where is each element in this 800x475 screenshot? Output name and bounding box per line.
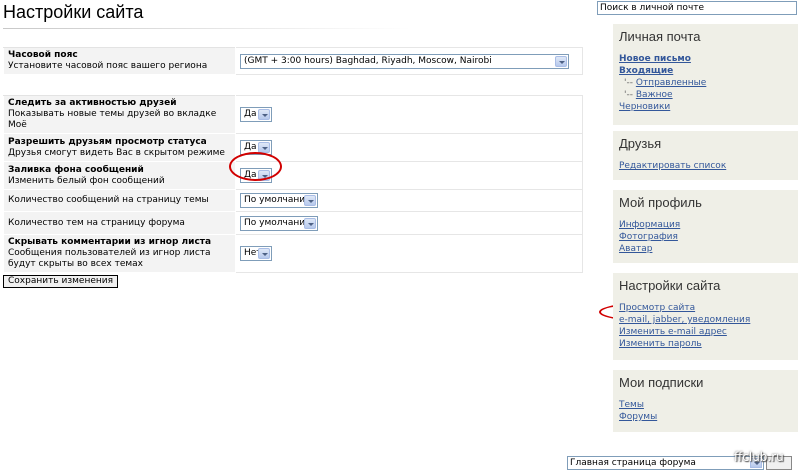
hide-ignored-label: Скрывать комментарии из игнор листа xyxy=(8,237,212,247)
message-bg-select[interactable]: Да xyxy=(240,168,272,183)
friends-status-label: Разрешить друзьям просмотр статуса xyxy=(8,136,207,147)
friends-status-label-cell: Разрешить друзьям просмотр статуса Друзь… xyxy=(3,133,236,162)
follow-friends-select-value: Да xyxy=(244,109,257,119)
sidebar-link-sent[interactable]: Отправленные xyxy=(636,78,706,88)
sidebar-link-forums[interactable]: Форумы xyxy=(619,411,792,423)
sidebar-link-edit-list[interactable]: Редактировать список xyxy=(619,160,792,172)
message-bg-select-value: Да xyxy=(244,170,257,180)
settings-row-hide-ignored: Скрывать комментарии из игнор листа Сооб… xyxy=(3,234,583,273)
hide-ignored-select[interactable]: Нет xyxy=(240,246,272,261)
sidebar-title-profile: Мой профиль xyxy=(619,195,702,210)
sidebar-link-photo[interactable]: Фотография xyxy=(619,231,792,243)
sidebar-box-profile: Мой профиль Информация Фотография Аватар xyxy=(613,190,798,263)
sidebar-link-change-password[interactable]: Изменить пароль xyxy=(619,338,792,350)
sidebar-title-mail: Личная почта xyxy=(619,29,701,44)
friends-status-select-value: Да xyxy=(244,142,257,152)
timezone-label-cell: Часовой пояс Установите часовой пояс ваш… xyxy=(3,47,236,75)
chevron-down-icon[interactable] xyxy=(304,195,316,206)
timezone-control-cell: (GMT + 3:00 hours) Baghdad, Riyadh, Mosc… xyxy=(235,47,583,75)
follow-friends-select[interactable]: Да xyxy=(240,107,272,122)
settings-row-message-bg: Заливка фона сообщений Изменить белый фо… xyxy=(3,161,583,190)
sidebar-link-topics[interactable]: Темы xyxy=(619,399,792,411)
tree-branch-icon: '-- xyxy=(624,78,633,88)
hide-ignored-label-cell: Скрывать комментарии из игнор листа Сооб… xyxy=(3,234,236,273)
sidebar-subitem-important: '-- Важное xyxy=(619,89,792,101)
chevron-down-icon[interactable] xyxy=(258,109,270,120)
title-divider xyxy=(3,28,411,29)
settings-row-topics-per-forum: Количество тем на страницу форума По умо… xyxy=(3,211,583,235)
chevron-down-icon[interactable] xyxy=(304,217,316,229)
message-bg-desc: Изменить белый фон сообщений xyxy=(8,175,165,186)
chevron-down-icon[interactable] xyxy=(555,55,567,67)
posts-per-topic-label-cell: Количество сообщений на страницу темы xyxy=(3,189,236,212)
sidebar-box-mail: Личная почта Новое письмо Входящие '-- О… xyxy=(613,24,798,125)
timezone-group: Часовой пояс Установите часовой пояс ваш… xyxy=(3,47,583,75)
follow-friends-control-cell: Да xyxy=(235,95,583,134)
follow-friends-desc: Показывать новые темы друзей во вкладке … xyxy=(8,109,217,130)
posts-per-topic-control-cell: По умолчанию xyxy=(235,189,583,212)
sidebar-link-inbox[interactable]: Входящие xyxy=(619,65,792,77)
settings-row-posts-per-topic: Количество сообщений на страницу темы По… xyxy=(3,189,583,212)
sidebar-title-site-settings: Настройки сайта xyxy=(619,278,721,293)
settings-row-timezone: Часовой пояс Установите часовой пояс ваш… xyxy=(3,47,583,75)
sidebar-link-avatar[interactable]: Аватар xyxy=(619,243,792,255)
save-button[interactable]: Сохранить изменения xyxy=(3,275,119,288)
friends-status-control-cell: Да xyxy=(235,133,583,162)
friends-status-select[interactable]: Да xyxy=(240,140,272,155)
sidebar-subitem-sent: '-- Отправленные xyxy=(619,77,792,89)
hide-ignored-control-cell: Нет xyxy=(235,234,583,273)
topics-per-forum-control-cell: По умолчанию xyxy=(235,211,583,235)
forum-jump-value: Главная страница форума xyxy=(570,458,696,468)
hide-ignored-desc: Сообщения пользователей из игнор листа б… xyxy=(8,248,211,269)
sidebar-link-view-site[interactable]: Просмотр сайта xyxy=(619,302,792,314)
timezone-select-value: (GMT + 3:00 hours) Baghdad, Riyadh, Mosc… xyxy=(244,55,492,66)
chevron-down-icon[interactable] xyxy=(258,248,270,259)
sidebar-link-email-jabber[interactable]: e-mail, jabber, уведомления xyxy=(619,314,792,326)
page-title: Настройки сайта xyxy=(3,2,144,22)
follow-friends-label-cell: Следить за активностью друзей Показывать… xyxy=(3,95,236,134)
chevron-down-icon[interactable] xyxy=(258,142,270,153)
sidebar-title-subscriptions: Мои подписки xyxy=(619,375,704,390)
posts-per-topic-select-value: По умолчанию xyxy=(244,195,313,205)
chevron-down-icon[interactable] xyxy=(258,170,270,181)
sidebar-box-friends: Друзья Редактировать список xyxy=(613,131,798,180)
follow-friends-label: Следить за активностью друзей xyxy=(8,98,177,108)
timezone-label: Часовой пояс xyxy=(8,50,78,60)
posts-per-topic-label: Количество сообщений на страницу темы xyxy=(8,195,209,205)
topics-per-forum-label: Количество тем на страницу форума xyxy=(8,217,185,228)
message-bg-control-cell: Да xyxy=(235,161,583,190)
sidebar-title-friends: Друзья xyxy=(619,136,662,151)
sidebar-link-change-email[interactable]: Изменить e-mail адрес xyxy=(619,326,792,338)
mail-search-input[interactable]: Поиск в личной почте xyxy=(597,1,797,15)
sidebar-link-info[interactable]: Информация xyxy=(619,219,792,231)
settings-row-friends-status: Разрешить друзьям просмотр статуса Друзь… xyxy=(3,133,583,162)
message-bg-label-cell: Заливка фона сообщений Изменить белый фо… xyxy=(3,161,236,190)
topics-per-forum-select[interactable]: По умолчанию xyxy=(240,215,318,231)
sidebar-box-site-settings: Настройки сайта Просмотр сайта e-mail, j… xyxy=(613,273,798,360)
friends-status-desc: Друзья смогут видеть Вас в скрытом режим… xyxy=(8,147,225,158)
topics-per-forum-label-cell: Количество тем на страницу форума xyxy=(3,211,236,235)
timezone-select[interactable]: (GMT + 3:00 hours) Baghdad, Riyadh, Mosc… xyxy=(240,53,569,69)
tree-branch-icon: '-- xyxy=(624,90,633,100)
options-group: Следить за активностью друзей Показывать… xyxy=(3,95,583,273)
sidebar-link-new-letter[interactable]: Новое письмо xyxy=(619,53,792,65)
topics-per-forum-select-value: По умолчанию xyxy=(244,217,313,228)
sidebar-box-subscriptions: Мои подписки Темы Форумы xyxy=(613,370,798,432)
message-bg-label: Заливка фона сообщений xyxy=(8,164,144,175)
sidebar-link-drafts[interactable]: Черновики xyxy=(619,101,792,113)
settings-row-follow-friends: Следить за активностью друзей Показывать… xyxy=(3,95,583,134)
watermark-text: ffclub.ru xyxy=(734,450,784,464)
sidebar-link-important[interactable]: Важное xyxy=(636,90,673,100)
timezone-desc: Установите часовой пояс вашего региона xyxy=(8,61,208,71)
posts-per-topic-select[interactable]: По умолчанию xyxy=(240,193,318,208)
